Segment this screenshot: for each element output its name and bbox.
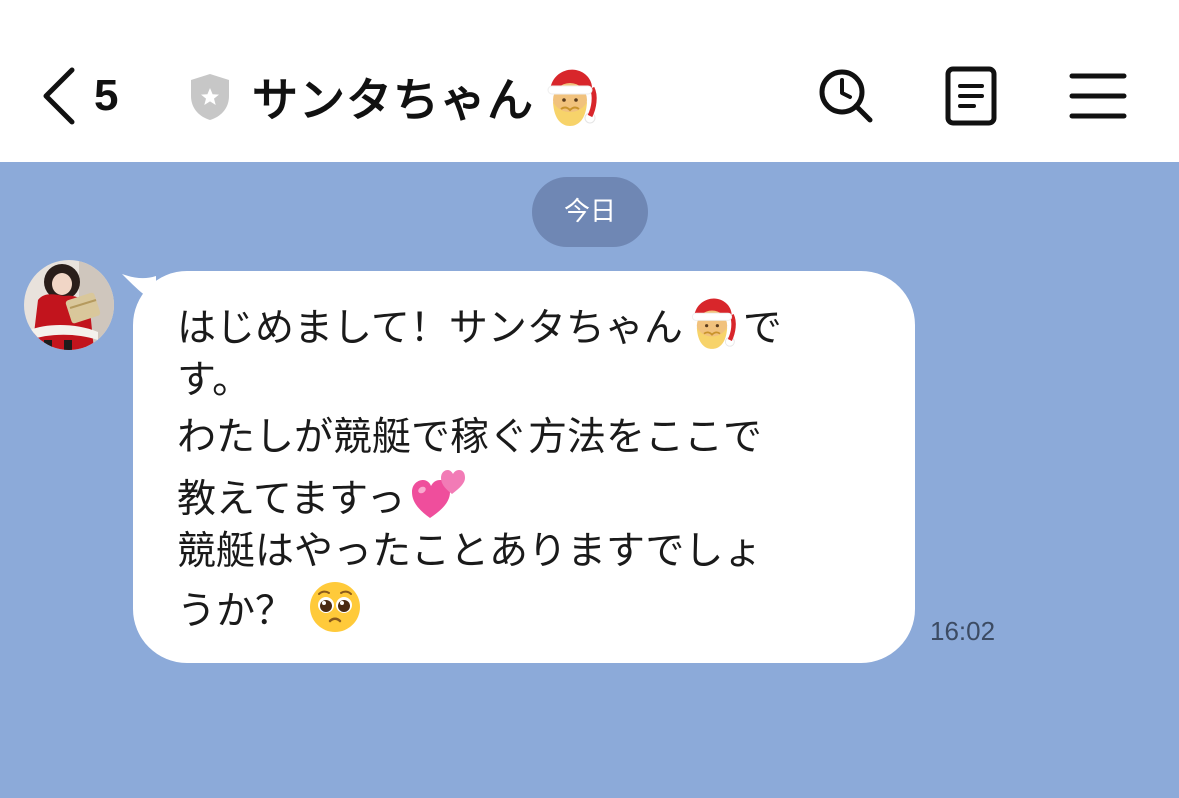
menu-icon[interactable] xyxy=(1068,66,1128,126)
two-hearts-icon xyxy=(411,470,465,518)
message-line: 教えてますっ xyxy=(177,466,875,523)
santa-emoji-icon xyxy=(691,298,736,349)
message-line: うか？ xyxy=(177,580,875,637)
shield-star-icon xyxy=(191,74,229,120)
pleading-face-icon xyxy=(310,582,361,632)
contact-name: サンタちゃん xyxy=(252,73,534,127)
avatar[interactable] xyxy=(24,260,114,350)
message-time: 16:02 xyxy=(930,616,996,646)
message-bubble[interactable]: はじめまして！サンタちゃん で す。 わたしが競艇で稼ぐ方法をここで 教えてます… xyxy=(133,271,915,663)
chat-screen: 5 サンタちゃん 今日 はじめまして！サンタちゃん で す。 わたしが競艇で稼ぐ… xyxy=(0,0,1179,798)
message-line: はじめまして！サンタちゃん で xyxy=(177,295,875,352)
unread-count: 5 xyxy=(94,71,119,120)
santa-emoji-icon xyxy=(547,69,597,126)
chevron-left-icon xyxy=(43,67,75,125)
notes-icon[interactable] xyxy=(942,66,1002,126)
message-line: わたしが競艇で稼ぐ方法をここで xyxy=(177,415,763,460)
message-line: す。 xyxy=(177,358,252,403)
message-line: 競艇はやったことありますでしょ xyxy=(177,529,763,574)
search-icon[interactable] xyxy=(816,66,876,126)
chat-header: 5 サンタちゃん xyxy=(0,0,1179,162)
back-button[interactable]: 5 xyxy=(40,66,118,126)
chat-title[interactable]: サンタちゃん xyxy=(188,62,598,132)
date-separator: 今日 xyxy=(532,177,648,247)
